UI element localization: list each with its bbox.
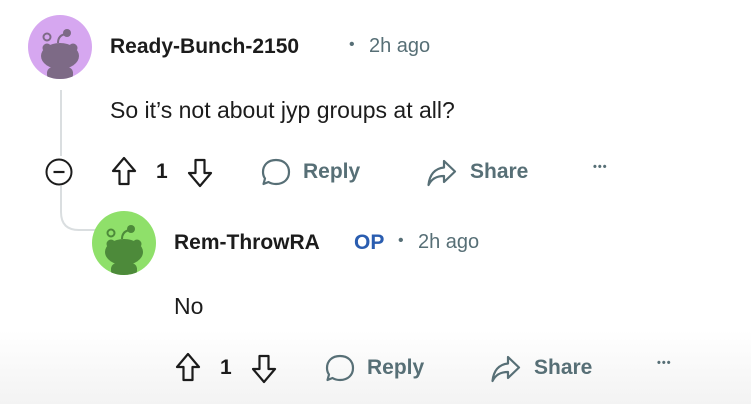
upvote-button[interactable] <box>110 155 138 189</box>
meta-separator: • <box>398 232 404 249</box>
comment-timestamp[interactable]: 2h ago <box>369 35 430 58</box>
comment-timestamp[interactable]: 2h ago <box>418 231 479 254</box>
upvote-button[interactable] <box>174 351 202 385</box>
downvote-arrow-icon <box>251 354 277 384</box>
reply-bubble-icon <box>325 354 355 382</box>
downvote-button[interactable] <box>186 155 214 189</box>
reply-connector <box>60 186 96 231</box>
share-button[interactable]: Share <box>426 156 541 188</box>
collapse-icon <box>45 158 73 186</box>
user-avatar[interactable] <box>92 211 156 275</box>
share-button[interactable]: Share <box>490 352 605 384</box>
comment-body: So it’s not about jyp groups at all? <box>110 97 455 123</box>
share-label: Share <box>470 160 529 183</box>
comment-username[interactable]: Ready-Bunch-2150 <box>110 35 299 59</box>
user-avatar[interactable] <box>28 15 92 79</box>
more-options-icon[interactable]: ••• <box>657 357 672 369</box>
reply-button[interactable]: Reply <box>324 352 439 384</box>
comment-body: No <box>174 293 204 319</box>
upvote-arrow-icon <box>175 352 201 382</box>
reply-bubble-icon <box>261 158 291 186</box>
vote-count: 1 <box>156 160 168 183</box>
vote-count: 1 <box>220 356 232 379</box>
share-arrow-icon <box>427 159 457 187</box>
share-label: Share <box>534 356 593 379</box>
op-badge: OP <box>354 231 385 254</box>
reply-label: Reply <box>303 160 361 183</box>
share-arrow-icon <box>491 355 521 383</box>
reply-label: Reply <box>367 356 425 379</box>
snoo-avatar-icon <box>41 29 79 79</box>
upvote-arrow-icon <box>111 156 137 186</box>
reply-button[interactable]: Reply <box>260 156 375 188</box>
downvote-arrow-icon <box>187 158 213 188</box>
collapse-thread-button[interactable] <box>44 157 74 187</box>
thread-line <box>60 90 62 156</box>
more-options-icon[interactable]: ••• <box>593 161 608 173</box>
comment-username[interactable]: Rem-ThrowRA <box>174 231 320 255</box>
snoo-avatar-icon <box>105 225 143 275</box>
meta-separator: • <box>349 36 355 53</box>
downvote-button[interactable] <box>250 351 278 385</box>
